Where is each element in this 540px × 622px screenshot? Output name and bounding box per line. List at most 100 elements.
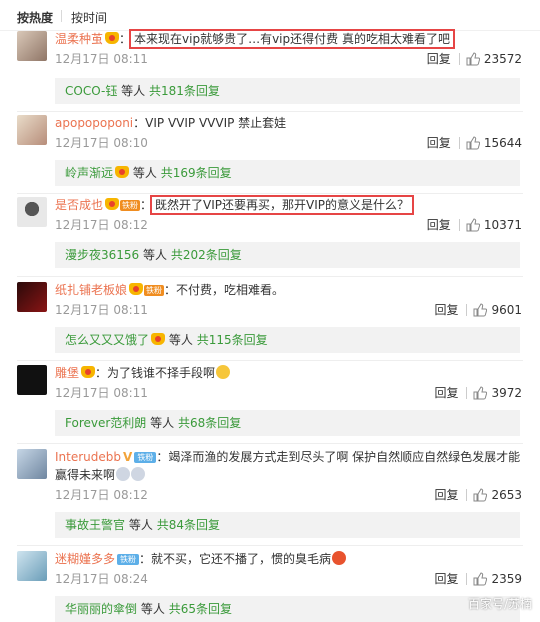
reply-username[interactable]: Forever范利朗 [65,416,146,430]
comment-separator: ： [95,366,108,380]
crying-emoji-icon [131,467,146,481]
action-divider [466,387,468,399]
reply-button[interactable]: 回复 [427,136,451,150]
reply-button[interactable]: 回复 [434,386,458,400]
reply-summary[interactable]: Forever范利朗 等人 共68条回复 [55,410,520,436]
like-button[interactable]: 10371 [466,218,522,232]
reply-total[interactable]: 共115条回复 [197,333,268,347]
reply-mid: 等人 [132,166,157,180]
comment-actions: 回复 2653 [434,488,522,502]
like-count: 23572 [483,52,522,66]
like-button[interactable]: 15644 [466,136,522,150]
reply-mid: 等人 [128,518,153,532]
reply-mid: 等人 [140,602,165,616]
comment-line-2: 赢得未来啊 [55,467,146,483]
reply-total[interactable]: 共169条回复 [161,166,232,180]
reply-summary[interactable]: 华丽丽的傘倒 等人 共65条回复 [55,596,520,622]
comment-time: 12月17日 08:11 [55,52,148,66]
reply-button[interactable]: 回复 [434,303,458,317]
reply-summary[interactable]: 事故王警官 等人 共84条回复 [55,512,520,538]
reply-total[interactable]: 共84条回复 [157,518,220,532]
watermark: 百家号/苏楠 [467,597,532,611]
reply-username[interactable]: 事故王警官 [65,518,125,532]
reply-username[interactable]: 漫步夜36156 [65,248,139,262]
reply-total[interactable]: 共181条回复 [149,84,220,98]
comment-actions: 回复 3972 [434,386,522,400]
comment-text: 本来现在vip就够贵了…有vip还得付费 真的吃相太难看了吧 [129,29,455,49]
reply-summary[interactable]: 岭声渐远 等人 共169条回复 [55,160,520,186]
reply-mid: 等人 [168,333,193,347]
like-count: 15644 [483,136,522,150]
comment-username[interactable]: 是否成也 [55,198,103,212]
avatar[interactable] [17,365,47,395]
comment-line: Interudebb V 铁粉 ：竭泽而渔的发展方式走到尽头了啊 保护自然顺应自然绿色… [55,449,520,465]
comment-text-continued: 赢得未来啊 [55,468,116,482]
comment-line: 温柔种茧：本来现在vip就够贵了…有vip还得付费 真的吃相太难看了吧 [55,29,455,49]
reply-summary[interactable]: 漫步夜36156 等人 共202条回复 [55,242,520,268]
comment-text: 为了钱谁不择手段啊 [107,366,216,380]
comment-line: apopopoponi：VIP VVIP VVVIP 禁止套娃 [55,115,286,131]
action-divider [458,219,460,231]
divider [17,193,523,194]
comment-line: 纸扎铺老板娘 铁粉 ：不付费，吃相难看。 [55,282,284,298]
comment-time: 12月17日 08:11 [55,303,148,317]
action-divider [466,304,468,316]
fan-badge: 铁粉 [134,452,157,463]
avatar[interactable] [17,31,47,61]
reply-username[interactable]: 怎么又又又饿了 [65,333,149,347]
comment-line: 雕堡 ：为了钱谁不择手段啊 [55,365,231,381]
comment-text: 竭泽而渔的发展方式走到尽头了啊 保护自然顺应自然绿色发展才能 [168,450,521,464]
tab-sort-by-time[interactable]: 按时间 [71,9,107,26]
reply-button[interactable]: 回复 [434,488,458,502]
like-button[interactable]: 2359 [473,572,522,586]
reply-button[interactable]: 回复 [434,572,458,586]
like-button[interactable]: 9601 [473,303,522,317]
thumbs-up-icon [473,386,488,400]
comment-separator: ： [139,552,152,566]
reply-total[interactable]: 共202条回复 [171,248,242,262]
reply-username[interactable]: 岭声渐远 [65,166,113,180]
avatar[interactable] [17,197,47,227]
comment-username[interactable]: 纸扎铺老板娘 [55,283,127,297]
avatar[interactable] [17,115,47,145]
comment-actions: 回复 9601 [434,303,522,317]
divider [17,360,523,361]
vip-crown-icon [129,283,144,295]
reply-summary[interactable]: 怎么又又又饿了 等人 共115条回复 [55,327,520,353]
comment-text: 就不买，它还不播了，惯的臭毛病 [151,552,332,566]
reply-button[interactable]: 回复 [427,218,451,232]
reply-button[interactable]: 回复 [427,52,451,66]
comment-time: 12月17日 08:24 [55,572,148,586]
thumbs-up-icon [473,303,488,317]
comment-username[interactable]: 迷糊嫤多多 [55,552,115,566]
reply-total[interactable]: 共68条回复 [178,416,241,430]
comment-actions: 回复 2359 [434,572,522,586]
like-button[interactable]: 2653 [473,488,522,502]
divider [17,545,523,546]
like-button[interactable]: 23572 [466,52,522,66]
crying-emoji-icon [116,467,131,481]
angry-emoji-icon [332,551,347,565]
reply-username[interactable]: 华丽丽的傘倒 [65,602,137,616]
comment-username[interactable]: Interudebb [55,450,121,464]
comment-username[interactable]: 温柔种茧 [55,32,103,46]
comment-username[interactable]: 雕堡 [55,366,79,380]
sort-tabs: 按热度 按时间 [0,0,540,31]
avatar[interactable] [17,282,47,312]
reply-mid: 等人 [143,248,168,262]
reply-total[interactable]: 共65条回复 [169,602,232,616]
like-button[interactable]: 3972 [473,386,522,400]
comment-time: 12月17日 08:12 [55,218,148,232]
comment-separator: ： [156,450,169,464]
avatar[interactable] [17,551,47,581]
tab-sort-by-hot[interactable]: 按热度 [17,9,53,26]
like-count: 3972 [491,386,522,400]
verified-v-icon: V [123,450,133,464]
comment-username[interactable]: apopopoponi [55,116,133,130]
avatar[interactable] [17,449,47,479]
reply-summary[interactable]: COCO-钰 等人 共181条回复 [55,78,520,104]
fan-badge: 铁粉 [117,554,140,565]
comment-text: VIP VVIP VVVIP 禁止套娃 [145,116,287,130]
action-divider [466,573,468,585]
reply-username[interactable]: COCO-钰 [65,84,117,98]
